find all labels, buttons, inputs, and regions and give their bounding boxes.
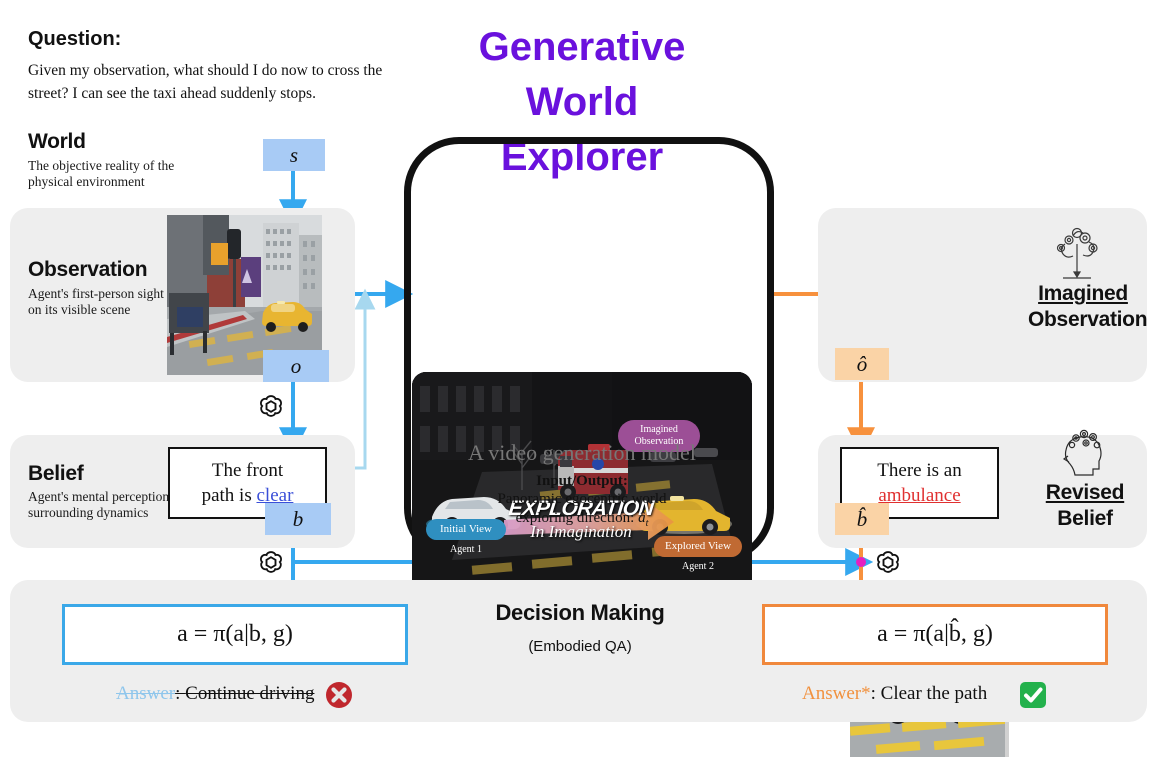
io-action-symbol: â: [638, 510, 646, 526]
io-line-2-prefix: exploring direction:: [515, 510, 639, 526]
world-heading: World: [28, 130, 86, 153]
world-row: World The objective reality of the physi…: [28, 130, 178, 190]
decision-making-subtitle: (Embodied QA): [528, 638, 632, 655]
brain-head-icon: [1056, 426, 1114, 487]
belief-subtitle: Agent's mental perception of surrounding…: [28, 489, 184, 520]
belief-heading: Belief: [28, 462, 84, 485]
revised-belief-heading-bold: Belief: [1057, 507, 1113, 530]
imagined-observation-heading-underlined: Imagined: [1038, 282, 1128, 305]
decision-answer-right-sep: :: [870, 683, 881, 704]
check-icon: [1019, 681, 1047, 714]
belief-variable-label: b: [292, 506, 304, 531]
revised-belief-keyword-ambulance: ambulance: [878, 485, 961, 506]
observation-variable-label: o: [290, 353, 302, 378]
observation-subtitle: Agent's first-person sight on its visibl…: [28, 286, 164, 317]
explored-view-badge-label: Explored View: [664, 540, 732, 552]
revised-belief-heading-block: Revised Belief: [1035, 481, 1135, 531]
agent-2-label: Agent 2: [682, 561, 714, 572]
openai-logo-icon-1: [256, 392, 286, 427]
imagined-observation-heading-block: Imagined Observation: [1028, 282, 1148, 332]
openai-logo-icon-2: [256, 548, 286, 583]
revised-belief-variable-label: b̂: [856, 506, 868, 531]
page-title-line-2: World: [525, 80, 639, 124]
world-subtitle: The objective reality of the physical en…: [28, 158, 175, 189]
decision-answer-right-text: Clear the path: [880, 683, 988, 704]
state-variable-chip: s: [263, 139, 325, 171]
decision-answer-left: Answer: Continue driving: [116, 683, 314, 705]
decision-making-heading: Decision Making: [495, 600, 665, 625]
decision-equation-left: a = π(a|b, g): [177, 621, 293, 647]
io-spec-block: Input/Output: Panoramic egocentric world…: [412, 473, 752, 533]
merge-dot: [856, 557, 866, 567]
page-title-line-1: Generative: [478, 25, 686, 69]
decision-answer-left-sep: :: [175, 683, 186, 704]
cross-icon: [325, 681, 353, 714]
observation-text-block: Observation Agent's first-person sight o…: [28, 258, 168, 318]
decision-making-heading-block: Decision Making (Embodied QA): [470, 600, 690, 655]
io-heading: Input/Output:: [536, 473, 628, 489]
imagined-observation-badge-line-1: Imagined: [640, 424, 678, 435]
revised-belief-variable-chip: b̂: [835, 503, 889, 535]
observation-heading: Observation: [28, 258, 148, 281]
decision-equation-box-right: a = π(a|b̂, g): [762, 604, 1108, 665]
belief-box-line-2-prefix: path is: [201, 485, 257, 506]
io-line-1: Panoramic egocentric world: [497, 491, 667, 507]
question-block: Question: Given my observation, what sho…: [28, 28, 403, 105]
decision-answer-right: Answer*: Clear the path: [802, 683, 987, 705]
video-model-caption: A video generation model: [468, 440, 696, 465]
imagined-observation-heading-bold: Observation: [1028, 308, 1148, 331]
decision-equation-right: a = π(a|b̂, g): [877, 621, 993, 647]
decision-answer-left-text: Continue driving: [185, 683, 315, 704]
state-variable-label: s: [289, 142, 299, 167]
io-line-2: exploring direction: ât: [412, 509, 752, 533]
question-text: Given my observation, what should I do n…: [28, 62, 383, 102]
imagined-observation-variable-chip: ô: [835, 348, 889, 380]
decision-answer-left-label: Answer: [116, 683, 176, 704]
decision-equation-box-left: a = π(a|b, g): [62, 604, 408, 665]
io-action-subscript: t: [645, 518, 649, 529]
agent-1-label: Agent 1: [450, 544, 482, 555]
imagination-pencil-icon: [1047, 226, 1107, 289]
decision-answer-right-label: Answer*: [802, 683, 871, 704]
belief-variable-chip: b: [265, 503, 331, 535]
revised-belief-heading-underlined: Revised: [1045, 481, 1125, 504]
question-label: Question:: [28, 28, 122, 50]
imagined-observation-variable-label: ô: [856, 351, 868, 376]
explored-view-badge: Explored View: [654, 536, 742, 557]
revised-belief-box-line-1: There is an: [877, 460, 962, 481]
belief-text-block: Belief Agent's mental perception of surr…: [28, 462, 186, 521]
belief-box-line-1: The front: [211, 460, 284, 481]
observation-variable-chip: o: [263, 350, 329, 382]
openai-logo-icon-3: [873, 548, 903, 583]
